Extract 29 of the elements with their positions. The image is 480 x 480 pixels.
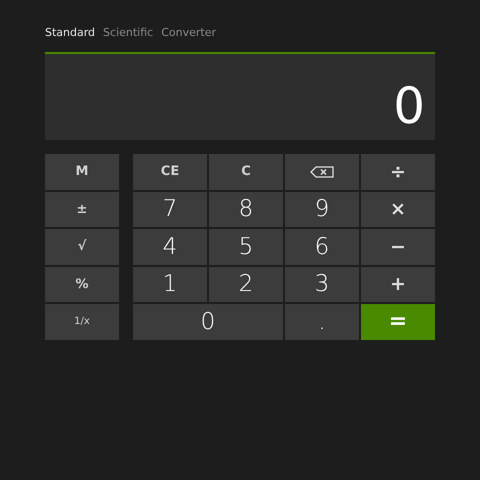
digit-button[interactable]: 1 bbox=[133, 266, 207, 302]
digit-button[interactable]: . bbox=[285, 304, 359, 340]
digit-button[interactable]: 7 bbox=[133, 192, 207, 227]
function-button[interactable]: ± bbox=[45, 192, 119, 227]
mode-tab[interactable]: Converter bbox=[161, 25, 216, 40]
digit-button[interactable]: 9 bbox=[285, 192, 359, 227]
function-button[interactable]: √ bbox=[45, 229, 119, 264]
result-value: 0 bbox=[393, 76, 425, 136]
function-button[interactable]: C bbox=[209, 154, 283, 190]
digit-button[interactable]: 6 bbox=[285, 229, 359, 264]
digit-button[interactable]: 4 bbox=[133, 229, 207, 264]
digit-button[interactable]: 2 bbox=[209, 266, 283, 302]
digit-button[interactable]: 8 bbox=[209, 192, 283, 227]
function-button[interactable]: 1/x bbox=[45, 304, 119, 340]
equals-button[interactable]: = bbox=[361, 304, 435, 340]
mode-tab[interactable]: Scientific bbox=[103, 25, 154, 40]
digit-button[interactable]: 5 bbox=[209, 229, 283, 264]
backspace-icon bbox=[310, 166, 334, 178]
function-button[interactable]: M bbox=[45, 154, 119, 190]
mode-tab[interactable]: Standard bbox=[45, 25, 96, 40]
digit-button[interactable]: 3 bbox=[285, 266, 359, 302]
operator-button[interactable]: − bbox=[361, 229, 435, 264]
function-button[interactable]: CE bbox=[133, 154, 207, 190]
operator-button[interactable]: ÷ bbox=[361, 154, 435, 190]
digit-button[interactable]: 0 bbox=[133, 304, 283, 340]
operator-button[interactable]: × bbox=[361, 192, 435, 227]
function-button[interactable]: % bbox=[45, 266, 119, 302]
backspace-button[interactable] bbox=[285, 154, 359, 190]
operator-button[interactable]: + bbox=[361, 266, 435, 302]
